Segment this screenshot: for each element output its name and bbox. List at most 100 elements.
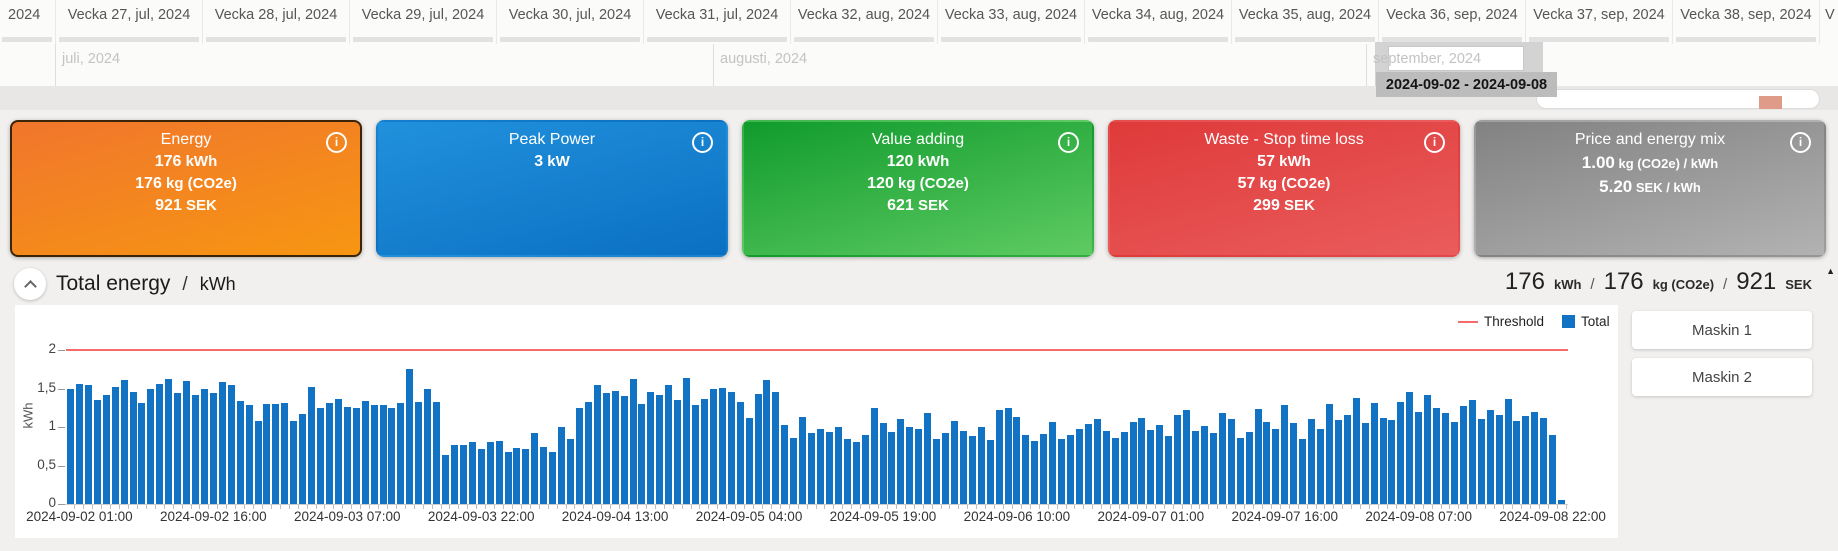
total-bar[interactable] [1397,402,1404,504]
week-cell[interactable]: Vecka 33, aug, 2024 [937,0,1084,44]
total-bar[interactable] [1165,436,1172,504]
week-cell[interactable]: Vecka 28, jul, 2024 [202,0,349,44]
info-icon[interactable]: i [326,132,347,153]
total-bar[interactable] [781,425,788,504]
collapse-section-button[interactable] [14,268,46,300]
total-bar[interactable] [326,403,333,504]
total-bar[interactable] [1094,419,1101,504]
total-bar[interactable] [272,404,279,504]
info-icon[interactable]: i [1424,132,1445,153]
total-bar[interactable] [460,445,467,504]
total-bar[interactable] [888,432,895,504]
total-bar[interactable] [558,427,565,504]
total-bar[interactable] [674,400,681,504]
total-bar[interactable] [1147,430,1154,504]
total-bar[interactable] [1130,422,1137,504]
total-bar[interactable] [1085,424,1092,504]
machine-button-1[interactable]: Maskin 1 [1632,311,1812,349]
total-bar[interactable] [1031,441,1038,504]
total-bar[interactable] [130,392,137,504]
total-bar[interactable] [826,432,833,504]
total-bar[interactable] [1549,435,1556,504]
total-bar[interactable] [344,407,351,504]
total-bar[interactable] [1076,429,1083,504]
info-icon[interactable]: i [1058,132,1079,153]
total-bar[interactable] [442,455,449,504]
total-bar[interactable] [353,408,360,504]
total-bar[interactable] [1246,432,1253,504]
total-bar[interactable] [817,429,824,504]
total-bar[interactable] [1201,426,1208,504]
week-cell[interactable]: Vecka 29, jul, 2024 [349,0,496,44]
week-cell[interactable]: Vecka 31, jul, 2024 [643,0,790,44]
total-bar[interactable] [1210,433,1217,504]
total-bar[interactable] [978,427,985,504]
total-bar[interactable] [862,435,869,504]
scroll-up-arrow-icon[interactable]: ▲ [1826,266,1835,276]
total-bar[interactable] [1540,418,1547,504]
total-bar[interactable] [835,427,842,504]
total-bar[interactable] [1460,406,1467,504]
total-bar[interactable] [772,392,779,504]
total-bar[interactable] [630,379,637,504]
total-bar[interactable] [1380,418,1387,504]
total-bar[interactable] [317,408,324,504]
total-bar[interactable] [505,452,512,504]
total-bar[interactable] [871,408,878,504]
total-bar[interactable] [522,449,529,504]
total-bar[interactable] [1156,425,1163,504]
total-bar[interactable] [897,419,904,504]
total-bar[interactable] [719,388,726,504]
total-bar[interactable] [1522,416,1529,504]
kpi-card-price-and-energy-mix[interactable]: Price and energy mixi1.00 kg (CO2e) / kW… [1474,120,1826,257]
total-bar[interactable] [1371,403,1378,504]
total-bar[interactable] [1237,438,1244,504]
total-bar[interactable] [755,394,762,504]
total-bar[interactable] [424,389,431,505]
total-bar[interactable] [790,438,797,504]
total-bar[interactable] [1344,415,1351,504]
total-bar[interactable] [1067,435,1074,504]
total-bar[interactable] [1433,408,1440,504]
total-bar[interactable] [76,384,83,504]
total-bar[interactable] [362,401,369,504]
total-bar[interactable] [594,385,601,504]
total-bar[interactable] [406,369,413,504]
total-bar[interactable] [210,393,217,504]
total-bar[interactable] [1505,399,1512,504]
total-bar[interactable] [996,410,1003,504]
total-bar[interactable] [1013,417,1020,504]
total-bar[interactable] [1192,431,1199,504]
total-bar[interactable] [969,436,976,504]
total-bar[interactable] [1183,410,1190,504]
total-bar[interactable] [1174,415,1181,504]
total-bar[interactable] [1415,412,1422,504]
total-bar[interactable] [567,439,574,504]
total-bar[interactable] [496,441,503,504]
total-bar[interactable] [808,433,815,504]
total-bar[interactable] [656,395,663,504]
total-bar[interactable] [683,378,690,504]
total-bar[interactable] [478,449,485,504]
total-bar[interactable] [987,440,994,504]
total-bar[interactable] [1263,422,1270,504]
week-cell-overflow[interactable]: V [1819,0,1838,44]
total-bar[interactable] [1531,412,1538,504]
total-bar[interactable] [844,439,851,504]
total-bar[interactable] [1478,419,1485,504]
total-bar[interactable] [1362,423,1369,504]
total-bar[interactable] [433,402,440,504]
total-bar[interactable] [540,447,547,504]
total-bar[interactable] [960,431,967,504]
total-bar[interactable] [237,401,244,504]
total-bar[interactable] [1317,429,1324,504]
total-bar[interactable] [746,418,753,504]
total-bar[interactable] [585,402,592,504]
total-bar[interactable] [1406,392,1413,504]
total-bar[interactable] [1272,429,1279,504]
total-bar[interactable] [942,433,949,504]
total-bar[interactable] [531,433,538,504]
total-bar[interactable] [415,402,422,504]
total-bar[interactable] [1121,432,1128,504]
week-cell[interactable]: Vecka 27, jul, 2024 [55,0,202,44]
